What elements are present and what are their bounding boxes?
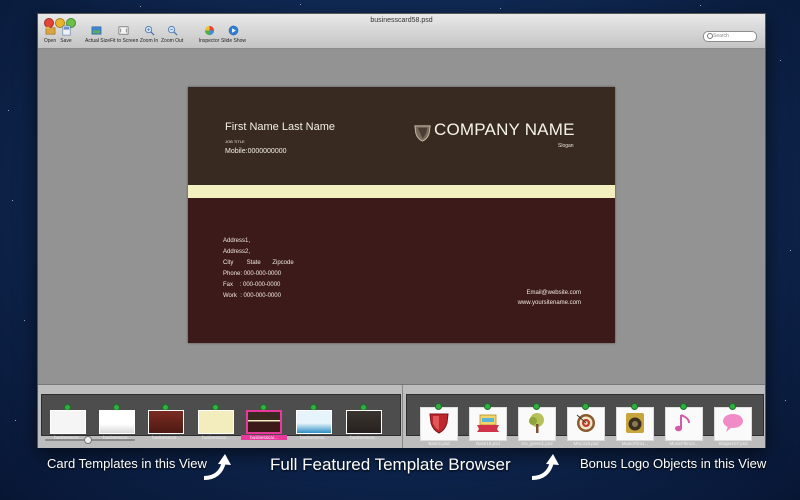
template-preview <box>296 410 332 434</box>
card-templates-tray: businesscar... businesscar... businessca… <box>41 394 401 440</box>
template-preview <box>246 410 282 434</box>
template-browser: businesscar... businesscar... businessca… <box>38 384 765 448</box>
toolbar-zoom-in-button[interactable]: Zoom In <box>139 25 159 44</box>
browser-divider <box>402 385 403 448</box>
logo-label: Shape107.psd <box>718 441 748 446</box>
logo-label: Misc119.psd <box>573 441 599 446</box>
logo-label: Go_green1.psd <box>521 441 553 446</box>
speaker-icon <box>626 413 644 433</box>
card-phone[interactable]: Phone: 000-000-0000 <box>223 271 281 277</box>
music-note-icon <box>675 414 690 432</box>
template-label: businesscar... <box>300 435 328 440</box>
tree-icon <box>529 413 544 433</box>
toolbar-inspector-button[interactable]: Inspector <box>198 25 220 44</box>
logo-objects-tray: Base1.psd Base18.psd Go_green1.psd Misc1… <box>406 394 764 446</box>
red-shield-icon <box>429 413 449 434</box>
card-fax[interactable]: Fax : 000-000-0000 <box>223 282 280 288</box>
card-job-title-text[interactable]: JOB TITLE <box>225 139 245 144</box>
pin-icon <box>435 403 442 410</box>
company-shield-icon[interactable] <box>413 123 432 142</box>
open-folder-icon <box>45 26 55 35</box>
logo-object[interactable]: Misc119.psd <box>567 403 605 446</box>
template-thumbnail[interactable]: businesscar... <box>49 404 87 440</box>
template-thumbnail[interactable]: businesscar... <box>147 404 185 440</box>
caption-template-browser: Full Featured Template Browser <box>270 455 511 474</box>
card-website[interactable]: www.yoursitename.com <box>518 300 581 306</box>
card-city-state-zip[interactable]: City State Zipcode <box>223 260 294 266</box>
ribbon-banner-icon <box>477 414 499 432</box>
business-card-preview[interactable]: First Name Last Name JOB TITLE Mobile:00… <box>188 87 615 343</box>
title-bar: businesscard58.psd Open Save Actual Size… <box>38 14 765 49</box>
app-window: businesscard58.psd Open Save Actual Size… <box>37 13 766 448</box>
pin-icon <box>680 403 687 410</box>
card-address2[interactable]: Address2, <box>223 249 250 255</box>
template-label: businesscar... <box>241 435 287 440</box>
template-label: businesscar... <box>152 435 180 440</box>
logo-label: Base1.psd <box>428 441 450 446</box>
toolbar-fit-to-screen-button[interactable]: Fit to Screen <box>110 25 138 44</box>
template-thumbnail[interactable]: businesscar... <box>98 404 136 440</box>
caption-logo-objects: Bonus Logo Objects in this View <box>580 456 767 471</box>
logo-object[interactable]: MusicFilm14... <box>665 403 703 446</box>
template-preview <box>346 410 382 434</box>
logo-label: Base18.psd <box>476 441 500 446</box>
template-preview <box>148 410 184 434</box>
speech-bubble-icon <box>723 414 743 432</box>
card-stripe <box>188 185 615 198</box>
template-thumbnail[interactable]: businesscar... <box>295 404 333 440</box>
card-company-name[interactable]: COMPANY NAME <box>434 120 575 140</box>
inspector-icon <box>204 25 214 36</box>
pin-icon <box>582 403 589 410</box>
target-arrow-icon <box>576 414 595 432</box>
save-icon <box>62 25 70 36</box>
card-name-text[interactable]: First Name Last Name <box>225 121 335 133</box>
toolbar-save-button[interactable]: Save <box>58 25 74 44</box>
card-email[interactable]: Email@website.com <box>527 290 581 296</box>
template-thumbnail[interactable]: businesscar... <box>345 404 383 440</box>
pin-icon <box>484 403 491 410</box>
logo-label: MusicFilm1... <box>621 441 649 446</box>
template-thumbnail-selected[interactable]: businesscar... <box>241 404 287 440</box>
zoom-out-icon <box>167 26 177 36</box>
caption-card-templates: Card Templates in this View <box>47 456 207 471</box>
thumbnail-size-slider-knob[interactable] <box>84 436 92 444</box>
toolbar-open-button[interactable]: Open <box>42 25 58 44</box>
pin-icon <box>631 403 638 410</box>
toolbar-slide-show-button[interactable]: Slide Show <box>221 25 246 44</box>
logo-object[interactable]: Go_green1.psd <box>518 403 556 446</box>
toolbar-zoom-out-button[interactable]: Zoom Out <box>161 25 183 44</box>
template-label: businesscar... <box>350 435 378 440</box>
fit-to-screen-icon <box>118 26 128 35</box>
logo-object[interactable]: Base1.psd <box>420 403 458 446</box>
search-placeholder: Search <box>713 33 729 39</box>
slide-show-icon <box>228 25 238 36</box>
curved-arrow-icon <box>531 454 559 480</box>
card-mobile-text[interactable]: Mobile:0000000000 <box>225 148 287 155</box>
window-title: businesscard58.psd <box>370 17 433 24</box>
logo-object[interactable]: Base18.psd <box>469 403 507 446</box>
card-slogan[interactable]: Slogan <box>558 143 574 149</box>
editor-canvas[interactable]: First Name Last Name JOB TITLE Mobile:00… <box>38 49 765 384</box>
card-work[interactable]: Work : 000-000-0000 <box>223 293 281 299</box>
card-address1[interactable]: Address1, <box>223 238 250 244</box>
actual-size-icon <box>91 26 101 35</box>
logo-object[interactable]: MusicFilm1... <box>616 403 654 446</box>
search-input[interactable]: Search <box>703 31 757 42</box>
template-preview <box>99 410 135 434</box>
logo-object[interactable]: Shape107.psd <box>714 403 752 446</box>
template-preview <box>50 410 86 434</box>
template-preview <box>198 410 234 434</box>
logo-label: MusicFilm14... <box>669 441 699 446</box>
zoom-in-icon <box>144 26 154 36</box>
template-label: businesscar... <box>202 435 230 440</box>
pin-icon <box>729 403 736 410</box>
toolbar-actual-size-button[interactable]: Actual Size <box>85 25 110 44</box>
pin-icon <box>533 403 540 410</box>
curved-arrow-icon <box>203 454 231 480</box>
template-thumbnail[interactable]: businesscar... <box>197 404 235 440</box>
